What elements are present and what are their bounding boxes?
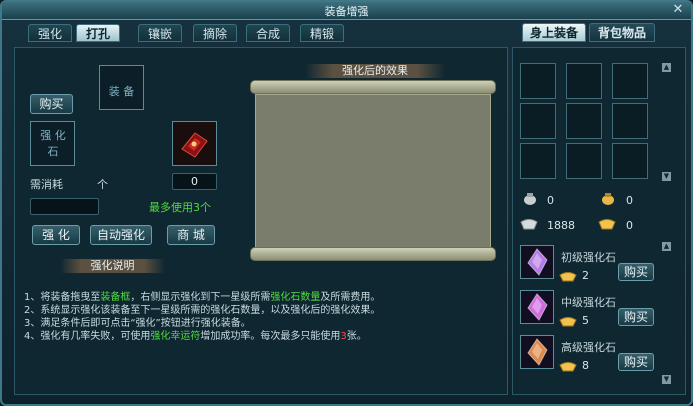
buy-button[interactable]: 购买 [30,94,73,114]
silver-ingot-amount: 1888 [547,219,575,232]
gold-ingot-icon [559,357,577,376]
equipment-grid-slot[interactable] [612,63,648,99]
max-use-label: 最多使用3个 [149,201,211,214]
stone-price: 8 [582,359,589,372]
consume-label: 需消耗 [30,178,63,191]
tab-remove[interactable]: 摘除 [193,24,237,42]
auto-strengthen-button[interactable]: 自动强化 [90,225,152,245]
equipment-slot-label: 装 备 [108,85,135,98]
stone-name: 高级强化石 [561,341,616,354]
unit-label: 个 [97,178,108,191]
stone-name: 初级强化石 [561,251,616,264]
equipment-grid-slot[interactable] [612,143,648,179]
tab-equipped[interactable]: 身上装备 [522,23,586,42]
silver-bag-icon [524,193,536,205]
consume-count: 0 [172,173,217,190]
description-title: 强化说明 [60,259,165,273]
instruction-number: 4、 [24,331,41,342]
shop-scroll-down-arrow[interactable]: ▼ [662,375,671,384]
tab-bag[interactable]: 背包物品 [589,23,655,42]
gold-ingot-icon [559,267,577,286]
crystal-icon [527,248,548,276]
equipment-grid-slot[interactable] [520,143,556,179]
stone-buy-button[interactable]: 购买 [618,263,654,281]
instruction-text: 增加成功率。每次最多只能使用 [200,331,341,342]
stone-icon-slot[interactable] [520,290,554,324]
stone-icon-slot[interactable] [520,335,554,369]
scroll-down-arrow[interactable]: ▼ [662,172,671,181]
effect-title: 强化后的效果 [305,64,445,78]
crystal-icon [527,293,548,321]
stone-price: 5 [582,314,589,327]
equipment-grid-slot[interactable] [566,143,602,179]
gold-bag-amount: 0 [626,194,633,207]
instruction-text: 强化幸运符 [150,331,201,342]
tab-punch[interactable]: 打孔 [76,24,120,42]
gold-bag-icon [602,193,614,205]
equipment-enhance-window: 装备增强 ✕ 强化 打孔 镶嵌 摘除 合成 精锻 身上装备 背包物品 购买 装 … [0,0,693,406]
stone-item-slot[interactable] [172,121,217,166]
stone-buy-button[interactable]: 购买 [618,308,654,326]
stone-icon-slot[interactable] [520,245,554,279]
consume-amount-box [30,198,99,215]
tab-combine[interactable]: 合成 [246,24,290,42]
strengthen-button[interactable]: 强 化 [32,225,80,245]
gold-ingot-icon [559,312,577,331]
equipment-grid-slot[interactable] [520,63,556,99]
crystal-icon [527,338,548,366]
tab-bar: 强化 打孔 镶嵌 摘除 合成 精锻 身上装备 背包物品 [6,21,687,43]
shop-scroll-up-arrow[interactable]: ▲ [662,242,671,251]
stone-name: 中级强化石 [561,296,616,309]
equipment-grid-slot[interactable] [520,103,556,139]
equipment-slot[interactable]: 装 备 [99,65,144,110]
stone-buy-button[interactable]: 购买 [618,353,654,371]
silver-bag-amount: 0 [547,194,554,207]
tab-strengthen[interactable]: 强化 [28,24,72,42]
silver-ingot-icon [520,219,538,230]
tab-inlay[interactable]: 镶嵌 [138,24,182,42]
scroll-bottom-rod [250,247,496,261]
stone-slot[interactable]: 强 化 石 [30,121,75,166]
window-title: 装备增强 [324,5,369,18]
equipment-grid-slot[interactable] [566,103,602,139]
effect-display [255,94,491,250]
instruction-text: 强化有几率失败，可使用 [40,331,151,342]
gold-ingot-icon [598,219,616,230]
stone-slot-label: 强 化 石 [40,129,66,158]
stone-price: 2 [582,269,589,282]
equipment-grid-slot[interactable] [566,63,602,99]
scroll-top-rod [250,80,496,94]
scroll-up-arrow[interactable]: ▲ [662,63,671,72]
shop-button[interactable]: 商 城 [167,225,215,245]
title-bar[interactable]: 装备增强 ✕ [2,2,691,20]
tab-refine[interactable]: 精锻 [300,24,344,42]
close-icon[interactable]: ✕ [671,3,685,17]
equipment-grid-slot[interactable] [612,103,648,139]
instruction-text: 张。 [346,331,367,342]
instruction-line: 4、强化有几率失败，可使用强化幸运符增加成功率。每次最多只能使用3张。 [24,327,367,342]
red-stone-icon [181,132,208,158]
gold-ingot-amount: 0 [626,219,633,232]
